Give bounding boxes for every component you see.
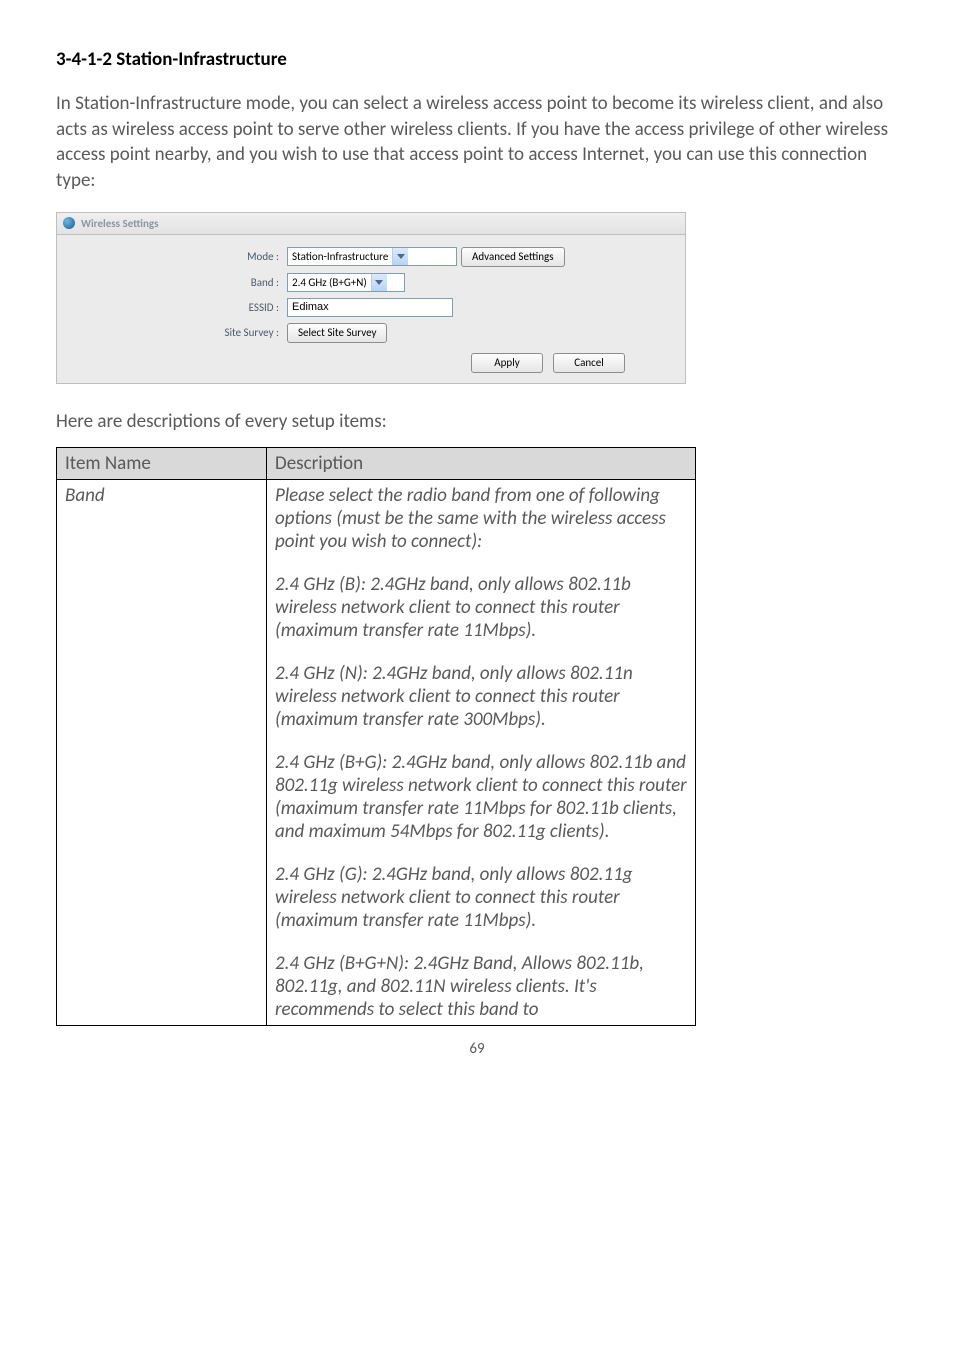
- site-survey-row: Site Survey : Select Site Survey: [57, 323, 685, 343]
- bullet-icon: [63, 217, 75, 229]
- apply-button[interactable]: Apply: [471, 353, 543, 373]
- row-desc-cell: Please select the radio band from one of…: [267, 479, 696, 1025]
- desc-block: 2.4 GHz (B): 2.4GHz band, only allows 80…: [275, 573, 687, 642]
- desc-block: Please select the radio band from one of…: [275, 484, 687, 553]
- desc-block: 2.4 GHz (N): 2.4GHz band, only allows 80…: [275, 662, 687, 731]
- descriptions-intro: Here are descriptions of every setup ite…: [56, 410, 898, 433]
- site-survey-label: Site Survey :: [57, 326, 287, 339]
- desc-block: 2.4 GHz (B+G+N): 2.4GHz Band, Allows 802…: [275, 952, 687, 1021]
- intro-paragraph: In Station-Infrastructure mode, you can …: [56, 91, 898, 194]
- panel-button-row: Apply Cancel: [57, 349, 685, 375]
- select-site-survey-button[interactable]: Select Site Survey: [287, 323, 387, 343]
- panel-title: Wireless Settings: [81, 217, 159, 230]
- desc-block: 2.4 GHz (B+G): 2.4GHz band, only allows …: [275, 751, 687, 843]
- items-table: Item Name Description Band Please select…: [56, 447, 696, 1026]
- band-select[interactable]: 2.4 GHz (B+G+N): [287, 273, 405, 292]
- wireless-settings-panel: Wireless Settings Mode : Station-Infrast…: [56, 212, 686, 384]
- col-header-description: Description: [267, 447, 696, 479]
- panel-header: Wireless Settings: [57, 213, 685, 235]
- band-select-value: 2.4 GHz (B+G+N): [288, 276, 371, 289]
- band-row: Band : 2.4 GHz (B+G+N): [57, 273, 685, 292]
- col-header-item-name: Item Name: [57, 447, 267, 479]
- panel-body: Mode : Station-Infrastructure Advanced S…: [57, 235, 685, 383]
- advanced-settings-button[interactable]: Advanced Settings: [461, 247, 565, 267]
- cancel-button[interactable]: Cancel: [553, 353, 625, 373]
- mode-select[interactable]: Station-Infrastructure: [287, 247, 457, 266]
- mode-label: Mode :: [57, 250, 287, 263]
- chevron-down-icon: [371, 274, 387, 291]
- row-name-cell: Band: [57, 479, 267, 1025]
- desc-block: 2.4 GHz (G): 2.4GHz band, only allows 80…: [275, 863, 687, 932]
- page-number: 69: [56, 1040, 898, 1058]
- mode-select-value: Station-Infrastructure: [288, 250, 392, 263]
- table-row: Band Please select the radio band from o…: [57, 479, 696, 1025]
- mode-row: Mode : Station-Infrastructure Advanced S…: [57, 247, 685, 267]
- table-header-row: Item Name Description: [57, 447, 696, 479]
- band-label: Band :: [57, 276, 287, 289]
- chevron-down-icon: [392, 248, 408, 265]
- essid-label: ESSID :: [57, 301, 287, 314]
- essid-row: ESSID :: [57, 298, 685, 317]
- essid-input[interactable]: [287, 298, 453, 317]
- section-heading: 3-4-1-2 Station-Infrastructure: [56, 48, 898, 71]
